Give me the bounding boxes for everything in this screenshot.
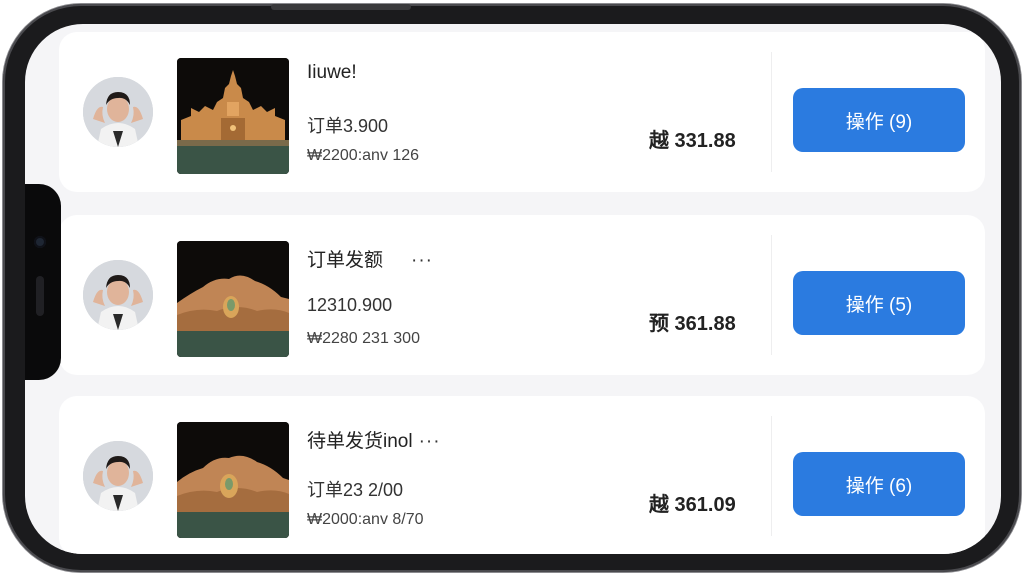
- order-title-text: 订单发额: [307, 250, 384, 271]
- more-options-icon[interactable]: ···: [419, 431, 441, 453]
- app-screen: Iiuwe! 订单3.900 ₩2200:anv 126 越 331.88 操作…: [25, 24, 1001, 554]
- order-title-text: Iiuwe!: [307, 62, 357, 83]
- action-button[interactable]: 操作 (5): [793, 271, 965, 335]
- order-meta: ₩2200:anv 126: [307, 147, 420, 164]
- order-price: 预 361.88: [649, 313, 736, 335]
- phone-side-button: [271, 4, 411, 10]
- pagoda-temple-image[interactable]: [177, 58, 289, 174]
- order-card: 待单发货inol ··· 订单23 2/00 ₩2000:anv 8/70 越 3…: [59, 396, 985, 554]
- order-title-text: 待单发货inol: [307, 431, 413, 452]
- golden-rock-image[interactable]: [177, 422, 289, 538]
- order-number: 12310.900: [307, 295, 393, 315]
- order-card: Iiuwe! 订单3.900 ₩2200:anv 126 越 331.88 操作…: [59, 32, 985, 192]
- more-options-icon[interactable]: ···: [411, 250, 433, 272]
- golden-rock-image[interactable]: [177, 241, 289, 357]
- phone-frame: Iiuwe! 订单3.900 ₩2200:anv 126 越 331.88 操作…: [3, 4, 1021, 572]
- divider: [771, 416, 772, 536]
- divider: [771, 235, 772, 355]
- speaker-grille: [36, 276, 44, 316]
- action-button[interactable]: 操作 (6): [793, 452, 965, 516]
- order-meta: ₩2280 231 300: [307, 330, 420, 347]
- camera-notch: [25, 184, 61, 380]
- order-number: 订单23 2/00: [307, 480, 404, 500]
- avatar[interactable]: [83, 77, 153, 147]
- order-card: 订单发额 ··· 12310.900 ₩2280 231 300 预 361.88…: [59, 215, 985, 375]
- order-number: 订单3.900: [307, 116, 389, 136]
- order-title: Iiuwe!: [307, 62, 357, 84]
- action-button[interactable]: 操作 (9): [793, 88, 965, 152]
- divider: [771, 52, 772, 172]
- avatar[interactable]: [83, 441, 153, 511]
- avatar[interactable]: [83, 260, 153, 330]
- order-meta: ₩2000:anv 8/70: [307, 511, 424, 528]
- order-title: 订单发额 ···: [307, 245, 433, 272]
- order-price: 越 361.09: [649, 494, 736, 516]
- front-camera-icon: [34, 236, 46, 248]
- order-price: 越 331.88: [649, 130, 736, 152]
- order-title: 待单发货inol ···: [307, 426, 441, 453]
